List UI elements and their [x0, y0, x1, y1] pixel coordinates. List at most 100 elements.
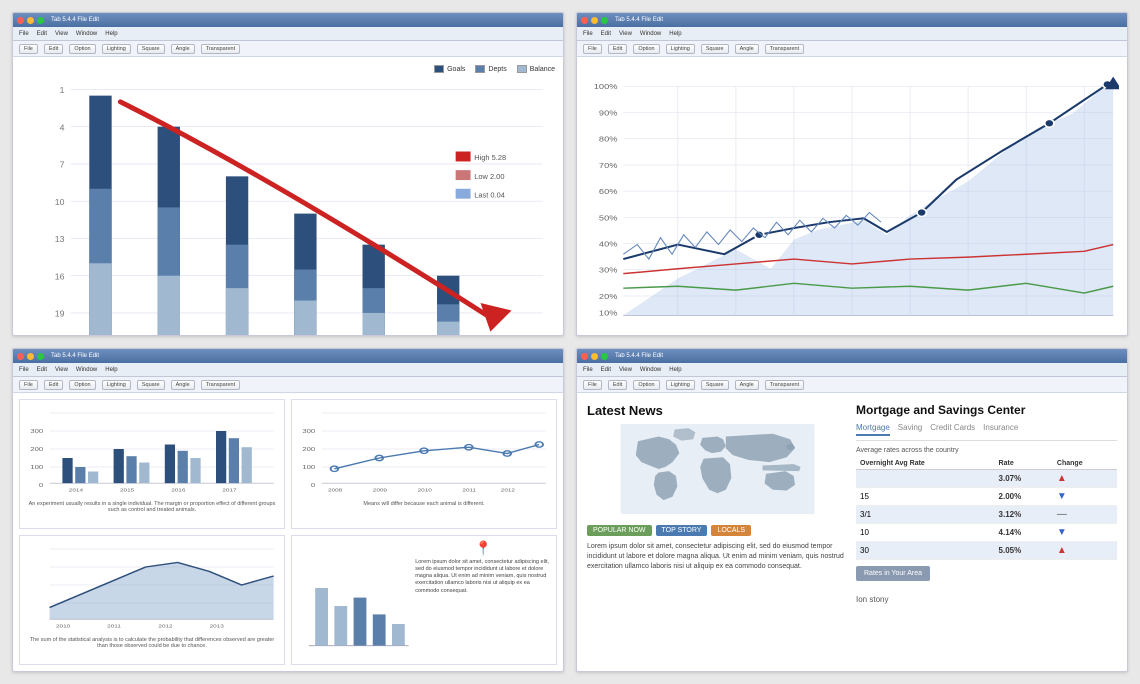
menu-window-3[interactable]: Window — [76, 367, 97, 373]
tab-mortgage[interactable]: Mortgage — [856, 423, 890, 436]
tab-credit-cards[interactable]: Credit Cards — [930, 423, 975, 436]
menu-edit-3[interactable]: Edit — [37, 367, 47, 373]
svg-text:300: 300 — [30, 429, 43, 435]
menu-window-1[interactable]: Window — [76, 31, 97, 37]
legend-balance-icon — [517, 65, 527, 73]
legend-goals: Goals — [434, 65, 465, 73]
toolbar-square-2[interactable]: Square — [701, 44, 729, 54]
close-icon-2[interactable] — [581, 17, 588, 24]
menu-help-1[interactable]: Help — [105, 31, 117, 37]
toolbar-option-1[interactable]: Option — [69, 44, 95, 54]
toolbar-transparent-2[interactable]: Transparent — [765, 44, 804, 54]
svg-text:2010: 2010 — [418, 488, 432, 493]
toolbar-lighting-2[interactable]: Lighting — [666, 44, 695, 54]
toolbar-option-3[interactable]: Option — [69, 380, 95, 390]
small-bar-svg-1: 0 100 200 300 201 — [24, 404, 280, 494]
toolbar-angle-4[interactable]: Angle — [735, 380, 759, 390]
svg-text:60%: 60% — [599, 187, 618, 196]
rate-change-1: ▲ — [1053, 470, 1117, 488]
bar-chart-content: Goals Depts Balance 1 4 7 1 — [13, 57, 563, 335]
svg-text:100%: 100% — [594, 82, 618, 91]
tag-popular[interactable]: POPULAR NOW — [587, 525, 652, 536]
minimize-icon-3[interactable] — [27, 353, 34, 360]
col-rate: Rate — [995, 458, 1053, 470]
menu-file-1[interactable]: File — [19, 31, 29, 37]
minimize-icon-4[interactable] — [591, 353, 598, 360]
tag-top-story[interactable]: TOP STORY — [656, 525, 708, 536]
rate-change-4: ▼ — [1053, 524, 1117, 542]
menu-window-2[interactable]: Window — [640, 31, 661, 37]
minimize-icon[interactable] — [27, 17, 34, 24]
toolbar-edit-1[interactable]: Edit — [44, 44, 63, 54]
menu-view-4[interactable]: View — [619, 367, 632, 373]
close-icon[interactable] — [17, 17, 24, 24]
close-icon-3[interactable] — [17, 353, 24, 360]
small-chart-label-3: The sum of the statistical analysis is t… — [24, 637, 280, 649]
ion-stony-label: Ion stony — [856, 595, 888, 604]
legend-depts-label: Depts — [488, 66, 506, 73]
minimize-icon-2[interactable] — [591, 17, 598, 24]
toolbar-lighting-1[interactable]: Lighting — [102, 44, 131, 54]
menu-help-3[interactable]: Help — [105, 367, 117, 373]
toolbar-file-4[interactable]: File — [583, 380, 602, 390]
toolbar-file-1[interactable]: File — [19, 44, 38, 54]
toolbar-4: File Edit Option Lighting Square Angle T… — [577, 377, 1127, 393]
small-chart-4: 📍 Lorem ipsum dolor sit amet, consectetu… — [291, 535, 557, 665]
small-area-svg-3: 2010 2011 2012 2013 — [24, 540, 280, 630]
rate-value-5: 5.05% — [995, 542, 1053, 560]
small-chart-2: 0 100 200 300 2008 2009 2010 2011 2012 — [291, 399, 557, 529]
toolbar-option-4[interactable]: Option — [633, 380, 659, 390]
menu-help-2[interactable]: Help — [669, 31, 681, 37]
rate-value-4: 4.14% — [995, 524, 1053, 542]
menu-window-4[interactable]: Window — [640, 367, 661, 373]
toolbar-option-2[interactable]: Option — [633, 44, 659, 54]
tab-insurance[interactable]: Insurance — [983, 423, 1018, 436]
svg-text:50%: 50% — [599, 213, 618, 222]
toolbar-edit-3[interactable]: Edit — [44, 380, 63, 390]
menu-file-3[interactable]: File — [19, 367, 29, 373]
toolbar-square-3[interactable]: Square — [137, 380, 165, 390]
toolbar-transparent-1[interactable]: Transparent — [201, 44, 240, 54]
maximize-icon-3[interactable] — [37, 353, 44, 360]
toolbar-transparent-3[interactable]: Transparent — [201, 380, 240, 390]
svg-text:0: 0 — [311, 483, 316, 489]
toolbar-angle-3[interactable]: Angle — [171, 380, 195, 390]
svg-text:10: 10 — [55, 197, 65, 207]
menu-file-2[interactable]: File — [583, 31, 593, 37]
toolbar-file-3[interactable]: File — [19, 380, 38, 390]
toolbar-lighting-4[interactable]: Lighting — [666, 380, 695, 390]
panel-news-mortgage: Tab 5.4.4 File Edit File Edit View Windo… — [576, 348, 1128, 672]
menu-edit-1[interactable]: Edit — [37, 31, 47, 37]
menu-view-2[interactable]: View — [619, 31, 632, 37]
maximize-icon-4[interactable] — [601, 353, 608, 360]
menu-view-1[interactable]: View — [55, 31, 68, 37]
menu-bar-1: File Edit View Window Help — [13, 27, 563, 41]
svg-text:2012: 2012 — [158, 624, 172, 629]
maximize-icon[interactable] — [37, 17, 44, 24]
toolbar-transparent-4[interactable]: Transparent — [765, 380, 804, 390]
rates-button[interactable]: Rates in Your Area — [856, 566, 930, 581]
toolbar-edit-4[interactable]: Edit — [608, 380, 627, 390]
title-bar-2: Tab 5.4.4 File Edit — [577, 13, 1127, 27]
toolbar-angle-2[interactable]: Angle — [735, 44, 759, 54]
tag-locals[interactable]: LOCALS — [711, 525, 751, 536]
menu-view-3[interactable]: View — [55, 367, 68, 373]
toolbar-angle-1[interactable]: Angle — [171, 44, 195, 54]
toolbar-square-1[interactable]: Square — [137, 44, 165, 54]
menu-edit-2[interactable]: Edit — [601, 31, 611, 37]
bar-chart-legend: Goals Depts Balance — [21, 65, 555, 73]
menu-file-4[interactable]: File — [583, 367, 593, 373]
toolbar-edit-2[interactable]: Edit — [608, 44, 627, 54]
menu-help-4[interactable]: Help — [669, 367, 681, 373]
svg-text:1: 1 — [60, 85, 65, 95]
up-arrow-5: ▲ — [1057, 545, 1067, 556]
tab-saving[interactable]: Saving — [898, 423, 922, 436]
rate-value-2: 2.00% — [995, 488, 1053, 506]
toolbar-lighting-3[interactable]: Lighting — [102, 380, 131, 390]
avg-rates-label: Average rates across the country — [856, 447, 1117, 454]
close-icon-4[interactable] — [581, 353, 588, 360]
toolbar-square-4[interactable]: Square — [701, 380, 729, 390]
maximize-icon-2[interactable] — [601, 17, 608, 24]
menu-edit-4[interactable]: Edit — [601, 367, 611, 373]
toolbar-file-2[interactable]: File — [583, 44, 602, 54]
